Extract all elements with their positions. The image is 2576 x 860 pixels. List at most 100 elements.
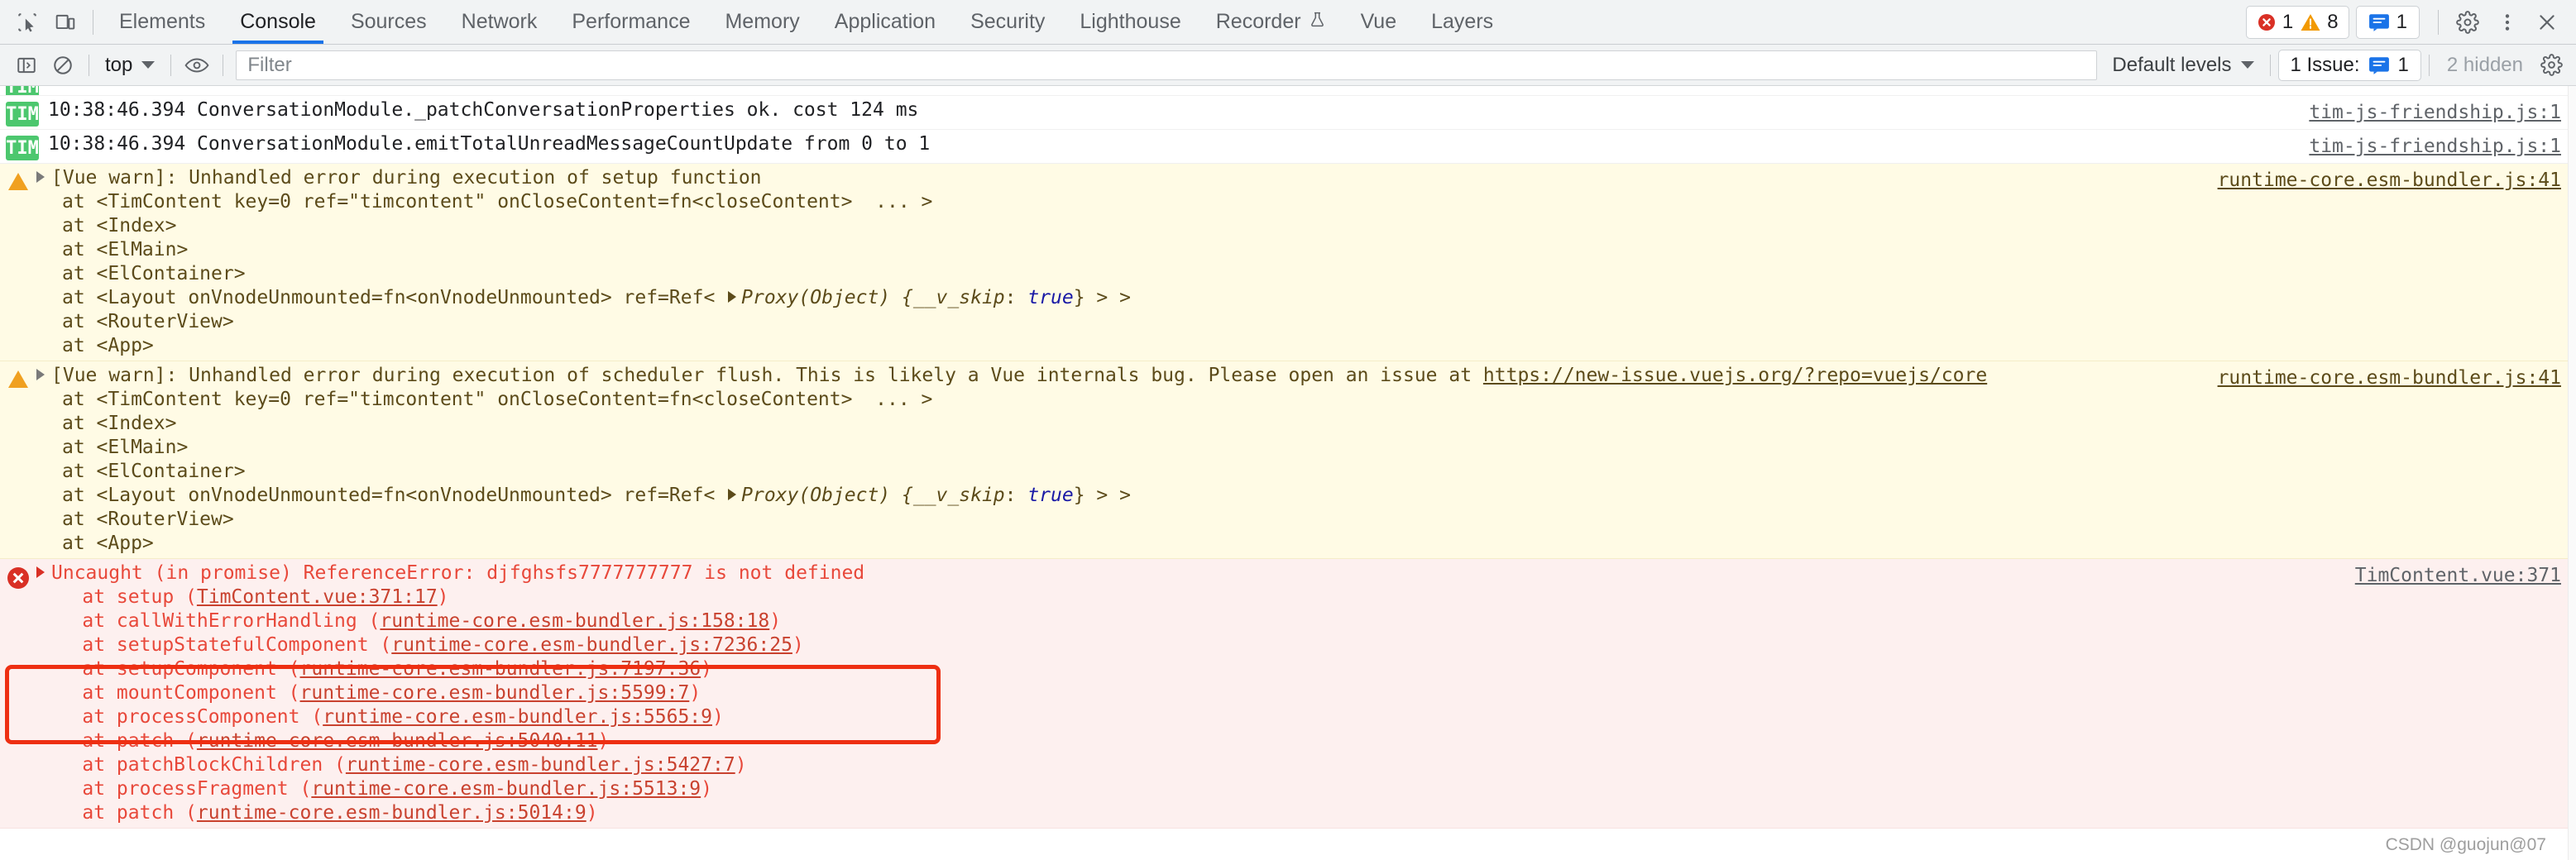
console-settings-gear-icon[interactable] (2533, 49, 2569, 82)
tab-security[interactable]: Security (953, 0, 1062, 44)
frame-source-link[interactable]: TimContent.vue:371:17 (197, 586, 438, 608)
tab-label: Network (461, 10, 538, 33)
proxy-label: Proxy(Object) (741, 485, 891, 506)
frame-source-link[interactable]: runtime-core.esm-bundler.js:5427:7 (346, 754, 735, 776)
issues-label: 1 Issue: (2290, 53, 2360, 76)
error-count: 1 (2282, 10, 2294, 33)
frame-source-link[interactable]: runtime-core.esm-bundler.js:5599:7 (300, 682, 690, 704)
close-icon[interactable] (2528, 3, 2566, 41)
issue-url-link[interactable]: https://new-issue.vuejs.org/?repo=vuejs/… (1483, 365, 1987, 386)
frame-close: ) (701, 778, 713, 800)
source-link[interactable]: runtime-core.esm-bundler.js:41 (2218, 366, 2561, 390)
stack-frame: at mountComponent (runtime-core.esm-bund… (36, 682, 701, 704)
tab-performance[interactable]: Performance (554, 0, 707, 44)
filter-input[interactable]: Filter (236, 50, 2098, 80)
warning-headline: [Vue warn]: Unhandled error during execu… (51, 167, 762, 189)
expand-triangle-icon[interactable] (36, 566, 45, 578)
tab-lighthouse[interactable]: Lighthouse (1062, 0, 1198, 44)
frame-close: ) (792, 634, 804, 656)
tab-console[interactable]: Console (223, 0, 333, 44)
console-message-row[interactable]: TIM 10:38:46.394 ConversationModule._pat… (0, 96, 2576, 130)
issues-counter-chip[interactable]: 1 (2355, 5, 2420, 39)
issue-message-icon (2368, 56, 2390, 74)
stack-frame: at patch (runtime-core.esm-bundler.js:50… (36, 730, 609, 752)
frame-close: ) (735, 754, 747, 776)
frame-source-link[interactable]: runtime-core.esm-bundler.js:7236:25 (391, 634, 792, 656)
message-text: 10:38:46.394 ConversationModule._patchCo… (48, 99, 919, 121)
stack-frame: at setupComponent (runtime-core.esm-bund… (36, 658, 712, 680)
toolbar-divider-5 (2428, 54, 2430, 76)
stack-frame: at <RouterView> (62, 311, 234, 332)
stack-frame: at setupStatefulComponent (runtime-core.… (36, 634, 804, 656)
error-warning-counters[interactable]: 1 8 (2245, 5, 2349, 39)
frame-close: ) (586, 802, 598, 824)
devtools-tabbar: Elements Console Sources Network Perform… (0, 0, 2576, 45)
tab-vue[interactable]: Vue (1343, 0, 1415, 44)
console-error-row[interactable]: Uncaught (in promise) ReferenceError: dj… (0, 559, 2576, 829)
gear-icon[interactable] (2449, 3, 2487, 41)
stack-frame: at <ElContainer> (62, 263, 246, 284)
frame-source-link[interactable]: runtime-core.esm-bundler.js:5565:9 (323, 706, 712, 728)
tab-label: Elements (119, 10, 206, 33)
console-message-row[interactable]: TIM 10:38:46.394 ConversationModule.emit… (0, 130, 2576, 164)
tim-badge-slot: TIM (0, 86, 39, 95)
tab-network[interactable]: Network (444, 0, 555, 44)
inspect-element-icon[interactable] (8, 3, 46, 41)
console-warning-row[interactable]: [Vue warn]: Unhandled error during execu… (0, 361, 2576, 559)
stack-frame: at patch (runtime-core.esm-bundler.js:50… (36, 802, 598, 824)
stack-frame-proxy: at <Layout onVnodeUnmounted=fn<onVnodeUn… (36, 287, 1131, 308)
log-levels-label: Default levels (2112, 53, 2232, 76)
proxy-prefix: at <Layout onVnodeUnmounted=fn<onVnodeUn… (62, 287, 727, 308)
tim-badge-slot: TIM (0, 98, 39, 127)
chevron-down-icon (141, 61, 156, 69)
watermark-text: CSDN @guojun@07 (2385, 835, 2546, 854)
tab-recorder[interactable]: Recorder (1199, 0, 1343, 44)
proxy-key: __v_skip (912, 485, 1005, 506)
kebab-menu-icon[interactable] (2488, 3, 2526, 41)
frame-source-link[interactable]: runtime-core.esm-bundler.js:5040:11 (197, 730, 598, 752)
expand-triangle-icon[interactable] (728, 291, 737, 303)
proxy-colon: : (1004, 287, 1028, 308)
frame-fn: at patch ( (36, 802, 197, 824)
device-toolbar-icon[interactable] (46, 3, 84, 41)
console-scrollbar[interactable] (2568, 86, 2576, 860)
issue-message-icon (2368, 13, 2390, 31)
frame-source-link[interactable]: runtime-core.esm-bundler.js:7197:36 (300, 658, 701, 680)
tab-label: Vue (1360, 10, 1397, 33)
frame-close: ) (712, 706, 724, 728)
stack-frame: at processComponent (runtime-core.esm-bu… (36, 706, 724, 728)
stack-frame: at setup (TimContent.vue:371:17) (36, 586, 448, 608)
stack-frame: at processFragment (runtime-core.esm-bun… (36, 778, 712, 800)
execution-context-selector[interactable]: top (97, 50, 163, 80)
log-levels-selector[interactable]: Default levels (2104, 54, 2262, 77)
clear-console-icon[interactable] (45, 49, 81, 82)
warning-icon (8, 370, 28, 388)
frame-fn: at mountComponent ( (36, 682, 300, 704)
tab-layers[interactable]: Layers (1414, 0, 1511, 44)
frame-source-link[interactable]: runtime-core.esm-bundler.js:5014:9 (197, 802, 587, 824)
expand-triangle-icon[interactable] (36, 171, 45, 183)
source-link[interactable]: runtime-core.esm-bundler.js:41 (2218, 169, 2561, 193)
source-link[interactable]: tim-js-friendship.js:1 (2309, 101, 2561, 125)
frame-source-link[interactable]: runtime-core.esm-bundler.js:5513:9 (311, 778, 701, 800)
warning-icon-slot (0, 166, 36, 190)
expand-triangle-icon[interactable] (728, 489, 737, 500)
tab-memory[interactable]: Memory (707, 0, 816, 44)
console-message-list[interactable]: TIM TIM 10:38:46.394 ConversationModule.… (0, 86, 2576, 860)
source-link[interactable]: tim-js-friendship.js:1 (2309, 135, 2561, 159)
stack-frame: at <Index> (62, 413, 177, 434)
create-live-expression-icon[interactable] (179, 49, 215, 82)
console-message-row[interactable]: TIM (0, 86, 2576, 96)
expand-triangle-icon[interactable] (36, 369, 45, 380)
tab-elements[interactable]: Elements (102, 0, 223, 44)
show-console-sidebar-icon[interactable] (8, 49, 45, 82)
tab-label: Application (834, 10, 936, 33)
message-text: 10:38:46.394 ConversationModule.emitTota… (48, 133, 931, 155)
frame-source-link[interactable]: runtime-core.esm-bundler.js:158:18 (380, 610, 769, 632)
tim-badge-slot: TIM (0, 132, 39, 160)
issues-button[interactable]: 1 Issue: 1 (2277, 49, 2421, 81)
tab-sources[interactable]: Sources (333, 0, 444, 44)
source-link[interactable]: TimContent.vue:371 (2355, 564, 2561, 588)
tab-application[interactable]: Application (817, 0, 953, 44)
console-warning-row[interactable]: [Vue warn]: Unhandled error during execu… (0, 164, 2576, 361)
